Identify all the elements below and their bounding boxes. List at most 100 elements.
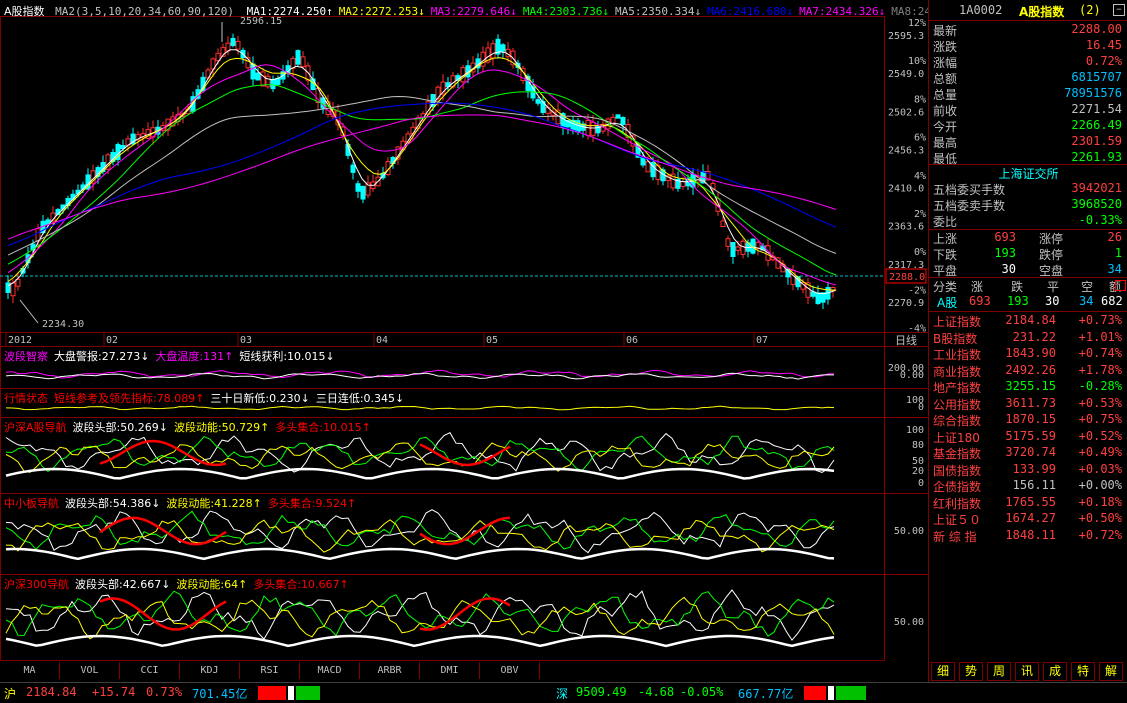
side-tab[interactable]: 周: [987, 662, 1011, 681]
index-row[interactable]: 企债指数 156.11 +0.00%: [929, 478, 1127, 494]
side-tab[interactable]: 势: [959, 662, 983, 681]
sh-amount: 701.45亿: [192, 687, 248, 701]
side-tab[interactable]: 讯: [1015, 662, 1039, 681]
stock-suffix: (2): [1079, 3, 1101, 17]
class-data-row[interactable]: A股 693 193 30 34 682: [929, 294, 1127, 310]
depth-row: 委比 -0.33%: [929, 213, 1127, 229]
indicator-name: 行情状态: [4, 392, 48, 405]
candle-body: [300, 56, 306, 68]
index-change: +0.50%: [1078, 511, 1122, 525]
indicator-tab-kdj[interactable]: KDJ: [180, 662, 240, 679]
index-row[interactable]: 国债指数 133.99 +0.03%: [929, 462, 1127, 478]
side-tab[interactable]: 细: [931, 662, 955, 681]
index-row[interactable]: 公用指数 3611.73 +0.53%: [929, 396, 1127, 412]
stock-name: A股指数: [1019, 5, 1065, 19]
quote-value: 2301.59: [1071, 134, 1122, 148]
index-change: +0.00%: [1078, 478, 1122, 492]
indicator-tab-cci[interactable]: CCI: [120, 662, 180, 679]
index-row[interactable]: 基金指数 3720.74 +0.49%: [929, 445, 1127, 461]
chart-area[interactable]: 2595.3 2549.0 2502.6 2456.3 2410.0 2363.6 2317…: [0, 0, 971, 682]
indicator-title: 波段智察 大盘警报:27.273↓ 大盘温度:131↑ 短线获利:10.015↓: [4, 348, 335, 364]
breadth-label: 涨停: [1039, 232, 1064, 246]
index-row[interactable]: 地产指数 3255.15 -0.28%: [929, 379, 1127, 395]
quote-label: 最高: [933, 136, 958, 150]
index-name: B股指数: [933, 331, 978, 346]
pct-tick: 2%: [914, 209, 926, 220]
indicator-name: 波段智察: [4, 350, 48, 363]
quote-label: 涨幅: [933, 56, 958, 70]
class-cell: 193: [1007, 294, 1029, 308]
month-label: 02: [106, 335, 118, 346]
candle-body: [350, 164, 356, 173]
index-row[interactable]: 工业指数 1843.90 +0.74%: [929, 346, 1127, 362]
indicator-tab-obv[interactable]: OBV: [480, 662, 540, 679]
indicator-value: 多头集合:9.524↑: [267, 497, 357, 510]
index-row[interactable]: 红利指数 1765.55 +0.18%: [929, 495, 1127, 511]
sh-breadth-bar: [258, 686, 320, 700]
breadth-value: 34: [1107, 262, 1122, 276]
quote-label: 涨跌: [933, 40, 958, 54]
index-value: 1870.15: [1005, 412, 1056, 426]
pct-tick: 0%: [914, 247, 926, 258]
index-row[interactable]: 上证５０ 1674.27 +0.50%: [929, 511, 1127, 527]
indicator-tab-vol[interactable]: VOL: [60, 662, 120, 679]
index-change: +0.74%: [1078, 346, 1122, 360]
index-value: 5175.59: [1005, 428, 1056, 443]
panel-axis-tick: 0: [918, 478, 924, 489]
candle-body: [810, 291, 816, 297]
quote-value: 78951576: [1064, 86, 1122, 100]
index-value: 2184.84: [1005, 313, 1056, 327]
side-tab[interactable]: 解: [1099, 662, 1123, 681]
price-tick: 2410.0: [888, 184, 924, 195]
index-row[interactable]: 商业指数 2492.26 +1.78%: [929, 363, 1127, 379]
wave-momentum-line: [5, 435, 835, 473]
panel-axis-tick: 100: [906, 425, 924, 436]
index-row[interactable]: 综合指数 1870.15 +0.75%: [929, 412, 1127, 428]
indicator-tab-macd[interactable]: MACD: [300, 662, 360, 679]
pct-tick: 10%: [908, 56, 926, 67]
index-row[interactable]: 上证180 5175.59 +0.52%: [929, 429, 1127, 445]
wave-head-line: [5, 589, 835, 641]
indicator-tab-arbr[interactable]: ARBR: [360, 662, 420, 679]
candle-body: [730, 241, 736, 258]
quote-label: 总量: [933, 88, 958, 102]
side-tab[interactable]: 成: [1043, 662, 1067, 681]
indicator-tab-dmi[interactable]: DMI: [420, 662, 480, 679]
class-header-cell: 跌: [1011, 280, 1024, 294]
candlesticks: [5, 33, 836, 309]
index-row[interactable]: B股指数 231.22 +1.01%: [929, 330, 1127, 346]
index-change: -0.28%: [1078, 379, 1122, 393]
quote-row: 今开 2266.49: [929, 118, 1127, 134]
quote-header: 1A0002 A股指数 (2) −: [929, 3, 1127, 19]
pct-tick: -4%: [908, 324, 926, 335]
month-label: 05: [486, 335, 498, 346]
side-tab[interactable]: 特: [1071, 662, 1095, 681]
month-label: 04: [376, 335, 388, 346]
indicator-value: 短线获利:10.015↓: [239, 350, 335, 363]
quote-row: 最新 2288.00: [929, 22, 1127, 38]
sz-change: -4.68: [638, 685, 675, 699]
indicator-value: 波段动能:41.228↑: [166, 497, 262, 510]
plus-icon[interactable]: [1115, 280, 1126, 291]
candle-body: [355, 183, 361, 192]
index-value: 156.11: [1012, 478, 1056, 492]
indicator-tab-ma[interactable]: MA: [0, 662, 60, 679]
exchange-row: 上海证交所: [929, 165, 1127, 181]
index-row[interactable]: 上证指数 2184.84 +0.73%: [929, 313, 1127, 329]
indicator-value: 波段头部:50.269↓: [72, 421, 168, 434]
candle-body: [230, 37, 236, 47]
index-row[interactable]: 新 综 指 1848.11 +0.72%: [929, 528, 1127, 544]
quote-value: 0.72%: [1085, 54, 1122, 68]
quote-value: 2261.93: [1071, 150, 1122, 164]
quote-value: 6815707: [1071, 70, 1122, 84]
bull-cluster-base: [5, 634, 835, 648]
ma2-line: [7, 57, 836, 291]
candle-body: [535, 99, 541, 104]
index-value: 231.22: [1012, 329, 1056, 344]
collapse-icon[interactable]: −: [1113, 4, 1125, 16]
side-tab-bar: 细势周讯成特解: [929, 661, 1127, 681]
indicator-value: 多头集合:10.667↑: [253, 578, 349, 591]
indicator-tab-bar: MA VOL CCI KDJ RSI MACD ARBR DMI OBV: [0, 662, 928, 680]
indicator-tab-rsi[interactable]: RSI: [240, 662, 300, 679]
index-value: 1843.90: [1005, 346, 1056, 360]
